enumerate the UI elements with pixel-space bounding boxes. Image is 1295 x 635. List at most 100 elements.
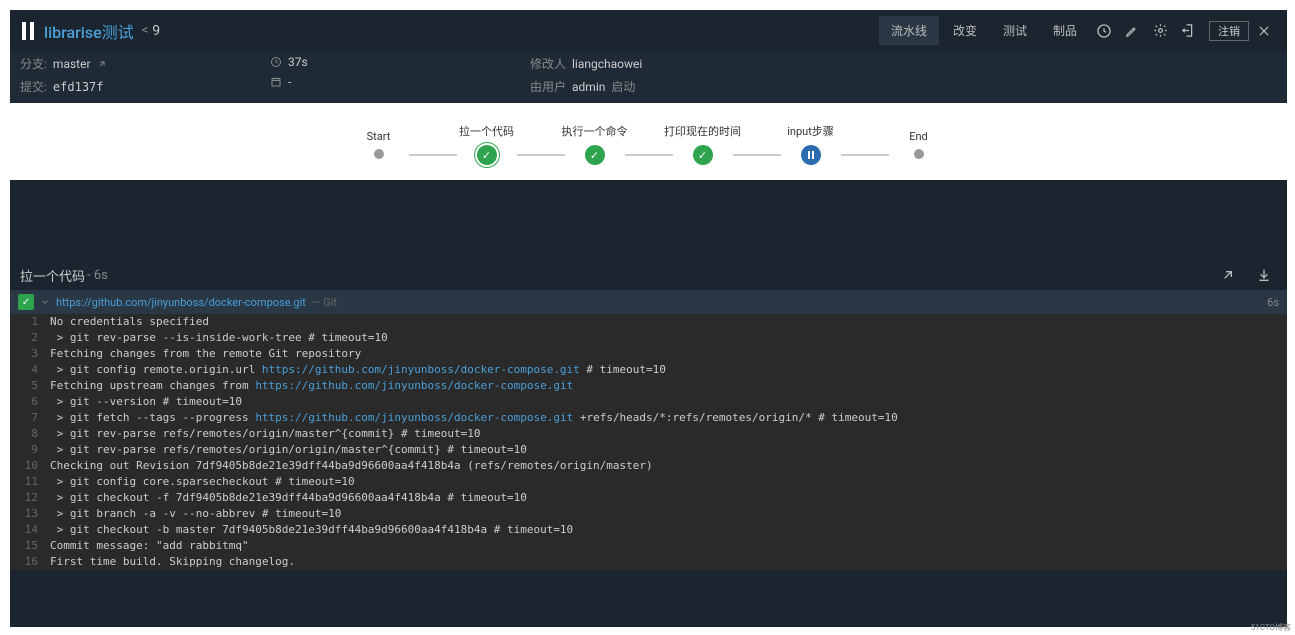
- log-line-text: Fetching changes from the remote Git rep…: [50, 346, 361, 362]
- stage-node-icon[interactable]: ✓: [693, 145, 713, 165]
- info-bar: 分支: master 提交: efd137f 37s: [10, 51, 1287, 103]
- rerun-icon[interactable]: [1091, 18, 1117, 44]
- tab-tests[interactable]: 测试: [991, 16, 1039, 45]
- log-line: 7 > git fetch --tags --progress https://…: [10, 410, 1287, 426]
- log-line-text: > git --version # timeout=10: [50, 394, 242, 410]
- close-icon[interactable]: [1251, 18, 1277, 44]
- stage-pull[interactable]: 拉一个代码 ✓: [457, 123, 517, 165]
- log-step-header[interactable]: ✓ https://github.com/jinyunboss/docker-c…: [10, 290, 1287, 314]
- build-number: 9: [152, 23, 160, 39]
- stage-node-icon[interactable]: ✓: [477, 145, 497, 165]
- log-body: 1No credentials specified2 > git rev-par…: [10, 314, 1287, 570]
- log-line: 13 > git branch -a -v --no-abbrev # time…: [10, 506, 1287, 522]
- log-line: 10Checking out Revision 7df9405b8de21e39…: [10, 458, 1287, 474]
- log-line-text: > git checkout -f 7df9405b8de21e39dff44b…: [50, 490, 527, 506]
- log-line: 6 > git --version # timeout=10: [10, 394, 1287, 410]
- log-line-text: > git config core.sparsecheckout # timeo…: [50, 474, 355, 490]
- started-by-label: 由用户: [530, 78, 566, 95]
- stage-node-icon[interactable]: [914, 149, 924, 159]
- stage-label: 打印现在的时间: [664, 123, 741, 139]
- log-line-number: 14: [10, 522, 50, 538]
- log-line-number: 11: [10, 474, 50, 490]
- stage-label: 执行一个命令: [562, 123, 628, 139]
- log-line-number: 2: [10, 330, 50, 346]
- open-new-icon[interactable]: [1215, 262, 1241, 288]
- log-line-number: 5: [10, 378, 50, 394]
- modifier-label: 修改人: [530, 55, 566, 72]
- stage-node-icon[interactable]: ✓: [585, 145, 605, 165]
- build-title[interactable]: librarise测试: [44, 19, 134, 43]
- date-dash: -: [288, 75, 291, 89]
- log-repo-link[interactable]: https://github.com/jinyunboss/docker-com…: [56, 296, 306, 309]
- calendar-icon: [270, 76, 282, 88]
- stage-start[interactable]: Start: [349, 130, 409, 159]
- log-line: 3Fetching changes from the remote Git re…: [10, 346, 1287, 362]
- header-bar: librarise测试 < 9 流水线 改变 测试 制品 注销: [10, 10, 1287, 51]
- log-line-text: Fetching upstream changes from https://g…: [50, 378, 573, 394]
- tab-pipeline[interactable]: 流水线: [879, 16, 939, 45]
- log-line-number: 6: [10, 394, 50, 410]
- log-line: 5Fetching upstream changes from https://…: [10, 378, 1287, 394]
- clock-icon: [270, 56, 282, 68]
- log-line-text: Commit message: "add rabbitmq": [50, 538, 249, 554]
- log-line-number: 9: [10, 442, 50, 458]
- pipeline-graph: Start拉一个代码✓执行一个命令✓打印现在的时间✓input步骤End: [10, 103, 1287, 180]
- log-line: 2 > git rev-parse --is-inside-work-tree …: [10, 330, 1287, 346]
- modifier-value: liangchaowei: [572, 57, 642, 71]
- log-header: 拉一个代码 - 6s: [10, 260, 1287, 290]
- chevron-left-icon[interactable]: <: [142, 23, 149, 38]
- tab-changes[interactable]: 改变: [941, 16, 989, 45]
- log-line: 15Commit message: "add rabbitmq": [10, 538, 1287, 554]
- log-line-number: 8: [10, 426, 50, 442]
- log-line-number: 15: [10, 538, 50, 554]
- log-line-number: 7: [10, 410, 50, 426]
- started-by-user: admin: [572, 80, 605, 94]
- log-line: 4 > git config remote.origin.url https:/…: [10, 362, 1287, 378]
- stage-label: Start: [367, 130, 391, 143]
- started-by-suffix: 启动: [611, 78, 635, 95]
- stage-print[interactable]: 打印现在的时间✓: [673, 123, 733, 165]
- log-line-text: > git rev-parse refs/remotes/origin/orig…: [50, 442, 527, 458]
- log-line-number: 1: [10, 314, 50, 330]
- external-link-icon[interactable]: [97, 59, 107, 69]
- log-line: 14 > git checkout -b master 7df9405b8de2…: [10, 522, 1287, 538]
- stage-exec[interactable]: 执行一个命令 ✓: [565, 123, 625, 165]
- log-stage-title: 拉一个代码: [20, 266, 85, 285]
- stage-label: 拉一个代码: [459, 123, 514, 139]
- stage-node-icon[interactable]: [374, 149, 384, 159]
- log-step-meta: — Git: [312, 296, 337, 309]
- log-line: 16First time build. Skipping changelog.: [10, 554, 1287, 570]
- branch-label: 分支:: [20, 55, 47, 72]
- download-icon[interactable]: [1251, 262, 1277, 288]
- edit-icon[interactable]: [1119, 18, 1145, 44]
- log-line-number: 13: [10, 506, 50, 522]
- log-line-number: 10: [10, 458, 50, 474]
- stage-end[interactable]: End: [889, 130, 949, 159]
- log-line-number: 12: [10, 490, 50, 506]
- gear-icon[interactable]: [1147, 18, 1173, 44]
- check-icon: ✓: [18, 294, 34, 310]
- log-line-text: > git rev-parse refs/remotes/origin/mast…: [50, 426, 480, 442]
- branch-value: master: [53, 57, 91, 71]
- log-line-text: > git config remote.origin.url https://g…: [50, 362, 666, 378]
- log-line: 9 > git rev-parse refs/remotes/origin/or…: [10, 442, 1287, 458]
- commit-label: 提交:: [20, 78, 47, 95]
- header-tabs: 流水线 改变 测试 制品 注销: [879, 16, 1277, 45]
- log-line: 1No credentials specified: [10, 314, 1287, 330]
- stage-label: End: [909, 130, 928, 143]
- log-line-text: First time build. Skipping changelog.: [50, 554, 295, 570]
- stage-input[interactable]: input步骤: [781, 123, 841, 165]
- stage-label: input步骤: [787, 123, 834, 139]
- log-line-text: Checking out Revision 7df9405b8de21e39df…: [50, 458, 653, 474]
- log-line-text: > git rev-parse --is-inside-work-tree # …: [50, 330, 388, 346]
- tab-artifacts[interactable]: 制品: [1041, 16, 1089, 45]
- duration-value: 37s: [288, 55, 308, 69]
- chevron-down-icon[interactable]: [40, 297, 50, 307]
- log-line-number: 16: [10, 554, 50, 570]
- stage-node-icon[interactable]: [801, 145, 821, 165]
- exit-icon[interactable]: [1175, 18, 1201, 44]
- log-line: 11 > git config core.sparsecheckout # ti…: [10, 474, 1287, 490]
- logout-button[interactable]: 注销: [1209, 21, 1249, 41]
- log-step-time: 6s: [1267, 296, 1279, 309]
- log-line: 8 > git rev-parse refs/remotes/origin/ma…: [10, 426, 1287, 442]
